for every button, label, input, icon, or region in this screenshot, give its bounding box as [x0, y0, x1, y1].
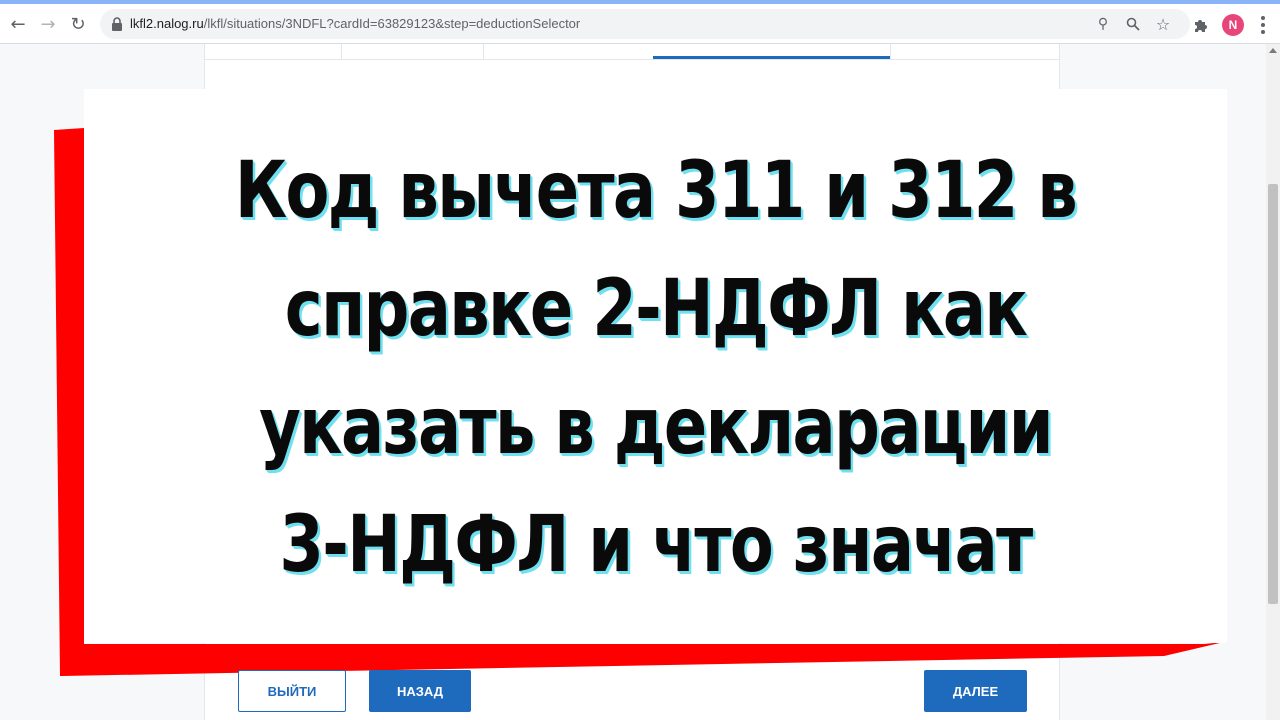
kebab-menu-icon[interactable] [1258, 14, 1268, 36]
reload-icon[interactable]: ↻ [66, 12, 90, 36]
profile-avatar[interactable]: N [1222, 14, 1244, 36]
headline: Код вычета 311 и 312 в справке 2-НДФЛ ка… [187, 132, 1124, 604]
headline-line: указать в декларации [259, 382, 1053, 472]
scroll-up-arrow-icon[interactable] [1269, 48, 1277, 53]
screenshot: ← → ↻ lkfl2.nalog.ru/lkfl/situations/3ND… [0, 0, 1280, 720]
url-path: /lkfl/situations/3NDFL?cardId=63829123&s… [203, 16, 581, 31]
arrow-left-icon[interactable]: ← [6, 12, 30, 36]
back-button[interactable]: НАЗАД [369, 670, 471, 712]
browser-toolbar: ← → ↻ lkfl2.nalog.ru/lkfl/situations/3ND… [0, 0, 1280, 44]
arrow-right-icon[interactable]: → [36, 12, 60, 36]
puzzle-icon[interactable] [1192, 16, 1210, 34]
url-host: lkfl2.nalog.ru [130, 16, 204, 31]
tab-separator [483, 44, 484, 60]
active-tab-indicator[interactable] [653, 56, 890, 59]
scroll-thumb[interactable] [1268, 184, 1278, 604]
lock-icon[interactable] [110, 16, 124, 32]
key-icon[interactable]: ⚲ [1094, 15, 1112, 33]
address-bar[interactable]: lkfl2.nalog.ru/lkfl/situations/3NDFL?car… [100, 9, 1190, 39]
next-button[interactable]: ДАЛЕЕ [924, 670, 1027, 712]
headline-line: 3-НДФЛ и что значат [279, 500, 1033, 590]
tab-separator [890, 44, 891, 60]
tab-separator [341, 44, 342, 60]
vertical-scrollbar[interactable] [1266, 44, 1280, 720]
step-tabs [204, 44, 1060, 60]
headline-line: Код вычета 311 и 312 в [234, 146, 1078, 236]
star-icon[interactable]: ☆ [1154, 15, 1172, 34]
zoom-icon[interactable] [1124, 15, 1142, 33]
url-text[interactable]: lkfl2.nalog.ru/lkfl/situations/3NDFL?car… [130, 16, 580, 31]
headline-line: справке 2-НДФЛ как [284, 264, 1028, 354]
exit-button[interactable]: ВЫЙТИ [238, 670, 346, 712]
